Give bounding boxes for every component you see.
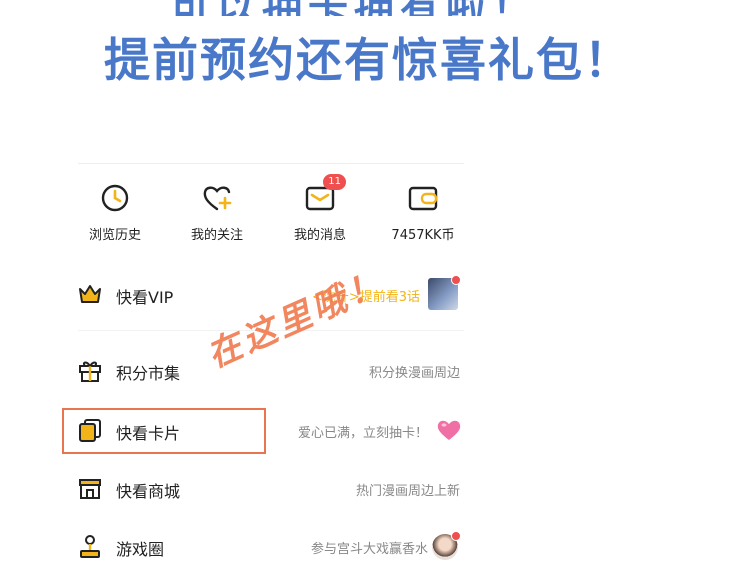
menu-item-desc: 爱心已满，立刻抽卡！: [297, 426, 428, 441]
menu-item-label: 积分市集: [116, 364, 181, 383]
wallet-icon: [405, 180, 441, 216]
notification-dot: [451, 275, 461, 285]
pink-heart-icon: [436, 418, 462, 446]
unread-badge: 11: [323, 174, 346, 190]
joystick-icon: [76, 532, 104, 560]
avatar: [432, 531, 461, 560]
notification-dot: [451, 531, 461, 541]
avatar: [428, 275, 461, 310]
menu-item-mall[interactable]: 快看商城 热门漫画周边上新: [76, 466, 466, 510]
menu-item-label: 快看商城: [116, 482, 181, 501]
quick-action-label: 7457KK币: [391, 228, 455, 243]
heart-plus-icon: [199, 180, 235, 216]
quick-action-label: 浏览历史: [88, 228, 141, 243]
crown-icon: [76, 280, 104, 308]
menu-item-label: 游戏圈: [116, 540, 165, 559]
quick-action-wallet[interactable]: 7457KK币: [378, 180, 468, 243]
store-icon: [76, 474, 104, 502]
quick-action-label: 我的关注: [190, 228, 243, 243]
banner-cut-text: 可以抽卡拥有啦！: [170, 0, 590, 16]
mail-icon: 11: [302, 174, 346, 216]
menu-item-label: 快看VIP: [116, 288, 174, 307]
menu-item-points-market[interactable]: 积分市集 积分换漫画周边: [76, 348, 466, 392]
menu-item-game[interactable]: 游戏圈 参与宫斗大戏赢香水: [76, 524, 466, 568]
highlight-box: [62, 408, 266, 454]
quick-action-follow[interactable]: 我的关注: [172, 180, 262, 243]
banner-title: 提前预约还有惊喜礼包！: [104, 33, 632, 87]
gift-icon: [76, 356, 104, 384]
menu-item-desc: 积分换漫画周边: [368, 366, 460, 381]
menu-item-desc: 参与宫斗大戏赢香水: [310, 542, 428, 557]
divider: [78, 163, 464, 164]
quick-action-label: 我的消息: [293, 228, 346, 243]
quick-action-history[interactable]: 浏览历史: [70, 180, 160, 243]
quick-action-messages[interactable]: 11 我的消息: [275, 174, 365, 243]
clock-icon: [97, 180, 133, 216]
menu-item-desc: 热门漫画周边上新: [355, 484, 460, 499]
